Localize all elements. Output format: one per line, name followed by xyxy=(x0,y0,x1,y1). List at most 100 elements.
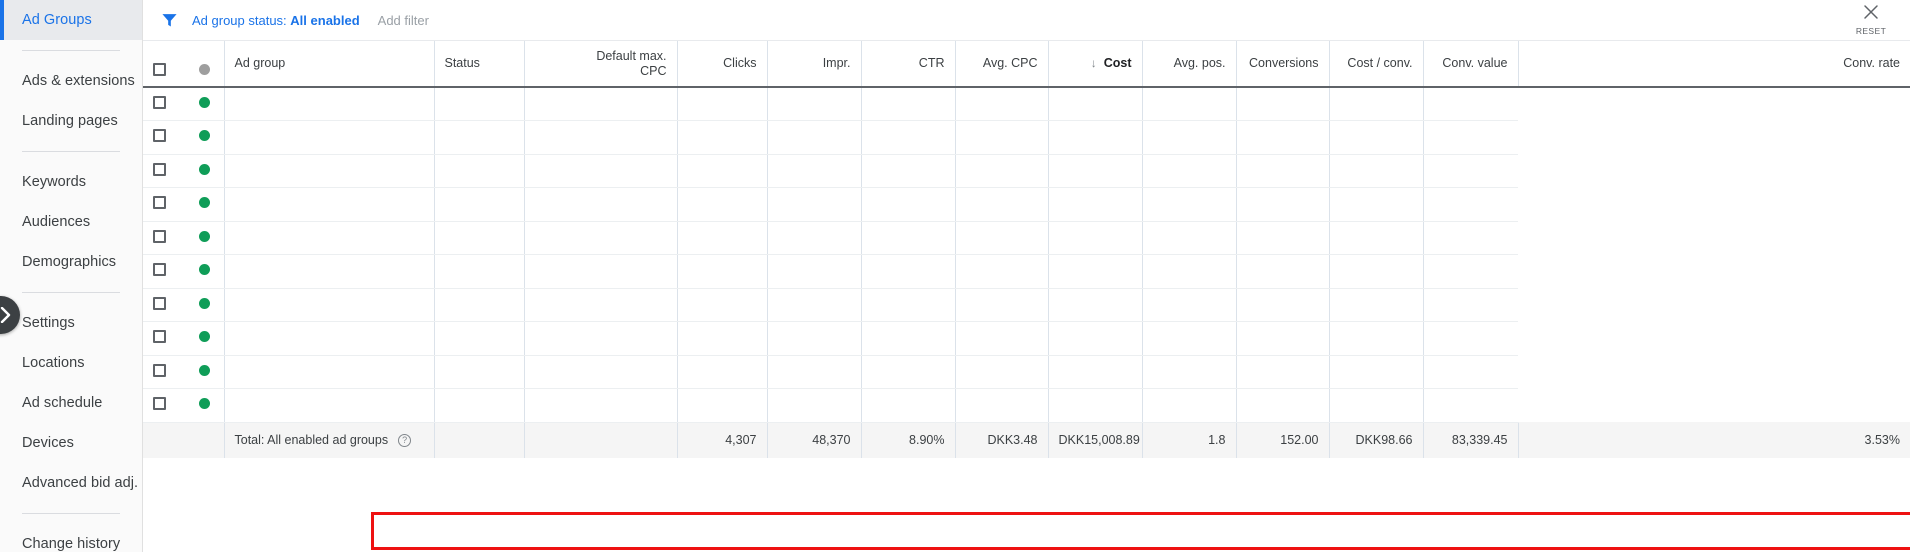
sidebar-item-label: Keywords xyxy=(22,174,87,190)
column-header-avg-pos[interactable]: Avg. pos. xyxy=(1141,41,1236,88)
table-cell xyxy=(860,288,955,322)
sidebar-item-landing-pages[interactable]: Landing pages xyxy=(0,101,142,141)
add-filter-button[interactable]: Add filter xyxy=(378,13,429,28)
help-circle-icon[interactable]: ? xyxy=(398,433,412,447)
sidebar-item-ad-groups[interactable]: Ad Groups xyxy=(0,0,142,40)
table-cell xyxy=(1141,120,1236,155)
sort-direction-icon: ↓ xyxy=(1090,56,1097,71)
table-cell xyxy=(1235,355,1329,389)
sidebar-item-demographics[interactable]: Demographics xyxy=(0,242,142,282)
sidebar-item-label: Settings xyxy=(22,315,75,331)
sidebar-item-label: Devices xyxy=(22,435,74,451)
column-header-conversions[interactable]: Conversions xyxy=(1235,41,1329,88)
sidebar-item-ads-extensions[interactable]: Ads & extensions xyxy=(0,61,142,101)
row-checkbox[interactable] xyxy=(153,129,166,143)
table-row[interactable] xyxy=(143,87,1910,121)
left-navigation-sidebar: Ad Groups Ads & extensions Landing pages Ke… xyxy=(0,0,143,552)
ad-groups-page: Ad Groups Ads & extensions Landing pages Ke… xyxy=(0,0,1910,552)
table-row[interactable] xyxy=(143,154,1910,188)
row-checkbox[interactable] xyxy=(153,397,166,411)
table-row[interactable] xyxy=(143,120,1910,155)
column-header-ad-group[interactable]: Ad group xyxy=(223,41,434,88)
table-row[interactable] xyxy=(143,321,1910,356)
table-cell xyxy=(1047,355,1142,389)
row-checkbox[interactable] xyxy=(153,162,166,176)
column-header-label: CTR xyxy=(918,56,945,71)
table-cell xyxy=(1141,321,1236,356)
table-row[interactable] xyxy=(143,221,1910,255)
table-cell xyxy=(223,154,434,188)
table-cell xyxy=(1141,388,1236,423)
totals-conv-rate-cell: 3.53% xyxy=(1517,422,1910,458)
table-cell xyxy=(766,288,861,322)
select-all-checkbox[interactable] xyxy=(153,62,166,76)
table-cell xyxy=(433,221,524,255)
reset-filters-button[interactable]: RESET xyxy=(1842,0,1900,36)
table-cell xyxy=(766,154,861,188)
table-cell xyxy=(1235,221,1329,255)
sidebar-item-ad-schedule[interactable]: Ad schedule xyxy=(0,383,142,423)
totals-row-annotation-box xyxy=(371,512,1910,550)
sidebar-item-keywords[interactable]: Keywords xyxy=(0,162,142,202)
column-header-conv-rate[interactable]: Conv. rate xyxy=(1517,41,1910,88)
row-checkbox[interactable] xyxy=(153,96,166,109)
row-status-cell xyxy=(189,87,224,121)
ad-group-status-filter-chip[interactable]: Ad group status: All enabled xyxy=(192,13,360,28)
table-row[interactable] xyxy=(143,388,1910,423)
sidebar-item-locations[interactable]: Locations xyxy=(0,343,142,383)
sidebar-item-settings[interactable]: Settings xyxy=(0,303,142,343)
row-checkbox[interactable] xyxy=(153,263,166,277)
column-header-impr[interactable]: Impr. xyxy=(766,41,861,88)
column-header-status[interactable]: Status xyxy=(433,41,524,88)
table-row[interactable] xyxy=(143,355,1910,389)
row-checkbox[interactable] xyxy=(153,296,166,310)
status-enabled-dot-icon xyxy=(199,398,210,410)
totals-default-max-cpc-cell xyxy=(523,422,677,458)
table-cell xyxy=(1328,87,1423,121)
column-header-cost[interactable]: ↓ Cost xyxy=(1047,41,1142,88)
table-cell xyxy=(223,288,434,322)
table-cell xyxy=(860,87,955,121)
table-cell xyxy=(523,355,677,389)
table-cell xyxy=(954,388,1048,423)
table-cell xyxy=(1235,321,1329,356)
column-header-ctr[interactable]: CTR xyxy=(860,41,955,88)
row-checkbox[interactable] xyxy=(153,229,166,243)
column-header-label: Default max. CPC xyxy=(596,49,667,78)
table-row[interactable] xyxy=(143,254,1910,289)
column-header-label: Impr. xyxy=(822,56,851,71)
table-cell xyxy=(523,87,677,121)
table-cell xyxy=(676,120,767,155)
sidebar-item-advanced-bid-adj[interactable]: Advanced bid adj. xyxy=(0,463,142,503)
row-status-cell xyxy=(189,254,224,289)
column-header-avg-cpc[interactable]: Avg. CPC xyxy=(954,41,1048,88)
table-cell xyxy=(433,321,524,356)
table-cell xyxy=(1047,120,1142,155)
filter-funnel-icon[interactable] xyxy=(161,12,178,29)
table-cell xyxy=(954,87,1048,121)
table-row[interactable] xyxy=(143,187,1910,222)
table-cell xyxy=(766,87,861,121)
column-header-default-max-cpc[interactable]: Default max. CPC xyxy=(523,41,677,88)
table-row[interactable] xyxy=(143,288,1910,322)
row-checkbox[interactable] xyxy=(153,330,166,344)
sidebar-item-devices[interactable]: Devices xyxy=(0,423,142,463)
table-cell xyxy=(1141,288,1236,322)
row-checkbox[interactable] xyxy=(153,363,166,377)
sidebar-item-change-history[interactable]: Change history xyxy=(0,524,142,552)
sidebar-item-audiences[interactable]: Audiences xyxy=(0,202,142,242)
table-cell xyxy=(676,254,767,289)
table-cell xyxy=(860,355,955,389)
totals-conversions-cell: 152.00 xyxy=(1235,422,1329,458)
sidebar-divider xyxy=(22,50,120,51)
row-select-cell xyxy=(143,254,189,289)
table-cell xyxy=(860,154,955,188)
table-cell xyxy=(1047,221,1142,255)
column-header-cost-conv[interactable]: Cost / conv. xyxy=(1328,41,1423,88)
row-checkbox[interactable] xyxy=(153,196,166,210)
row-status-cell xyxy=(189,187,224,222)
table-cell xyxy=(223,221,434,255)
column-header-clicks[interactable]: Clicks xyxy=(676,41,767,88)
table-cell xyxy=(766,355,861,389)
column-header-conv-value[interactable]: Conv. value xyxy=(1422,41,1518,88)
